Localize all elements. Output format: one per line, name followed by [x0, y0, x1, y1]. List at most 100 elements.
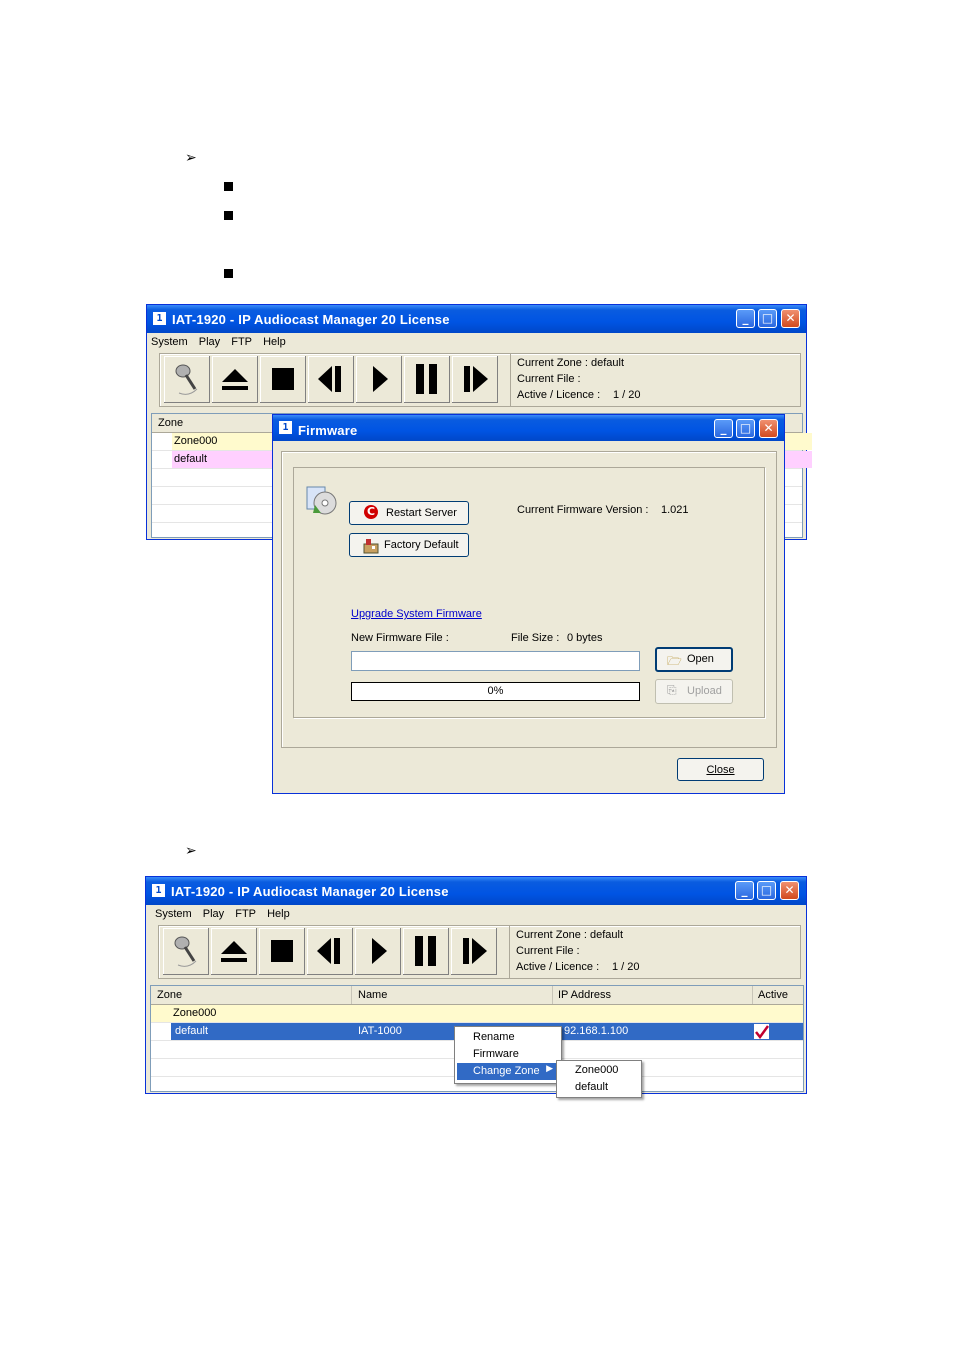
play-icon: [372, 366, 388, 392]
open-button[interactable]: 🗁 Open: [655, 647, 733, 672]
title-bar[interactable]: 1 Firmware _ □ ✕: [273, 415, 784, 441]
window-title: IAT-1920 - IP Audiocast Manager 20 Licen…: [172, 312, 450, 327]
menu-ftp[interactable]: FTP: [231, 336, 252, 348]
app-icon: 1: [153, 312, 166, 325]
zone-cell: default: [174, 453, 208, 465]
previous-button[interactable]: [308, 356, 354, 403]
dialog-title: Firmware: [298, 423, 358, 438]
close-button[interactable]: ✕: [759, 419, 778, 438]
menu-help[interactable]: Help: [263, 336, 286, 348]
progress-text: 0%: [487, 685, 504, 697]
menu-help[interactable]: Help: [267, 908, 290, 920]
toolbar: Current Zone : default Current File : Ac…: [158, 925, 801, 979]
menu-ftp[interactable]: FTP: [235, 908, 256, 920]
file-size-label: File Size :: [511, 632, 560, 644]
eject-button[interactable]: [212, 356, 258, 403]
upload-icon: ⎘: [667, 683, 677, 697]
maximize-button[interactable]: □: [757, 881, 776, 900]
menu-system[interactable]: System: [151, 336, 188, 348]
close-dialog-button[interactable]: Close: [677, 758, 764, 781]
next-button[interactable]: [452, 356, 498, 403]
submenu-item-zone000[interactable]: Zone000: [559, 1062, 639, 1079]
minimize-button[interactable]: _: [714, 419, 733, 438]
square-bullet: [224, 182, 233, 191]
menu-play[interactable]: Play: [203, 908, 224, 920]
upload-label: Upload: [687, 685, 722, 697]
upload-button[interactable]: ⎘ Upload: [655, 679, 733, 704]
title-bar[interactable]: 1 IAT-1920 - IP Audiocast Manager 20 Lic…: [147, 305, 806, 333]
checkmark-icon: [755, 1025, 770, 1040]
maximize-button[interactable]: □: [736, 419, 755, 438]
square-bullet: [224, 269, 233, 278]
close-button[interactable]: ✕: [780, 881, 799, 900]
microphone-button[interactable]: [163, 928, 209, 975]
next-icon: [462, 938, 487, 964]
current-file-text: Current File :: [516, 945, 580, 957]
next-button[interactable]: [451, 928, 497, 975]
upload-progress-bar: 0%: [351, 682, 640, 701]
close-label: Close: [706, 764, 735, 776]
firmware-file-field[interactable]: [351, 651, 640, 671]
window-title: IAT-1920 - IP Audiocast Manager 20 Licen…: [171, 884, 449, 899]
play-button[interactable]: [355, 928, 401, 975]
status-panel: Current Zone : default Current File : Ac…: [509, 926, 799, 978]
restart-icon: C: [364, 505, 378, 519]
restart-server-button[interactable]: C Restart Server: [349, 501, 469, 525]
upgrade-firmware-link[interactable]: Upgrade System Firmware: [351, 608, 482, 620]
menu-system[interactable]: System: [155, 908, 192, 920]
minimize-button[interactable]: _: [736, 309, 755, 328]
menu-bar: System Play FTP Help: [155, 908, 298, 926]
current-firmware-version-value: 1.021: [661, 504, 689, 516]
submenu-item-default[interactable]: default: [559, 1079, 639, 1096]
active-licence-value: 1 / 20: [613, 389, 641, 401]
change-zone-submenu: Zone000 default: [556, 1060, 642, 1098]
submenu-arrow-icon: ▶: [546, 1064, 553, 1074]
factory-default-label: Factory Default: [384, 539, 459, 551]
menu-play[interactable]: Play: [199, 336, 220, 348]
file-size-value: 0 bytes: [567, 632, 603, 644]
next-icon: [463, 366, 488, 392]
active-checkbox[interactable]: [754, 1024, 770, 1040]
restart-server-label: Restart Server: [386, 507, 457, 519]
current-firmware-version-label: Current Firmware Version :: [517, 504, 649, 516]
pause-icon: [415, 364, 437, 394]
stop-button[interactable]: [260, 356, 306, 403]
menu-item-firmware[interactable]: Firmware: [457, 1046, 559, 1063]
maximize-button[interactable]: □: [758, 309, 777, 328]
menu-item-rename[interactable]: Rename: [457, 1029, 559, 1046]
app-icon: 1: [152, 884, 165, 897]
pause-button[interactable]: [404, 356, 450, 403]
context-menu: Rename Firmware Change Zone ▶: [454, 1026, 562, 1084]
column-name[interactable]: Name: [358, 989, 387, 1001]
column-ip-address[interactable]: IP Address: [558, 989, 611, 1001]
column-zone[interactable]: Zone: [158, 417, 183, 429]
zone-cell: Zone000: [174, 435, 218, 447]
close-button[interactable]: ✕: [781, 309, 800, 328]
previous-icon: [317, 366, 341, 392]
title-bar[interactable]: 1 IAT-1920 - IP Audiocast Manager 20 Lic…: [146, 877, 806, 905]
factory-default-button[interactable]: Factory Default: [349, 533, 469, 557]
active-licence-value: 1 / 20: [612, 961, 640, 973]
name-cell: IAT-1000: [358, 1025, 402, 1037]
current-zone-text: Current Zone : default: [516, 929, 624, 941]
eject-icon: [221, 369, 248, 390]
factory-default-icon: [363, 539, 379, 554]
eject-button[interactable]: [211, 928, 257, 975]
pause-button[interactable]: [403, 928, 449, 975]
minimize-button[interactable]: _: [735, 881, 754, 900]
arrow-bullet: ➢: [185, 843, 197, 859]
folder-open-icon: 🗁: [667, 654, 682, 668]
stop-button[interactable]: [259, 928, 305, 975]
zone-cell: Zone000: [173, 1007, 217, 1019]
menu-item-change-zone[interactable]: Change Zone ▶: [457, 1063, 559, 1080]
zone-cell: default: [175, 1025, 209, 1037]
open-label: Open: [687, 653, 714, 665]
previous-button[interactable]: [307, 928, 353, 975]
microphone-button[interactable]: [164, 356, 210, 403]
current-file-text: Current File :: [517, 373, 581, 385]
column-zone[interactable]: Zone: [157, 989, 182, 1001]
firmware-cd-icon: [306, 486, 337, 515]
column-active[interactable]: Active: [758, 989, 788, 1001]
play-button[interactable]: [356, 356, 402, 403]
table-row[interactable]: Zone000: [151, 1005, 803, 1023]
